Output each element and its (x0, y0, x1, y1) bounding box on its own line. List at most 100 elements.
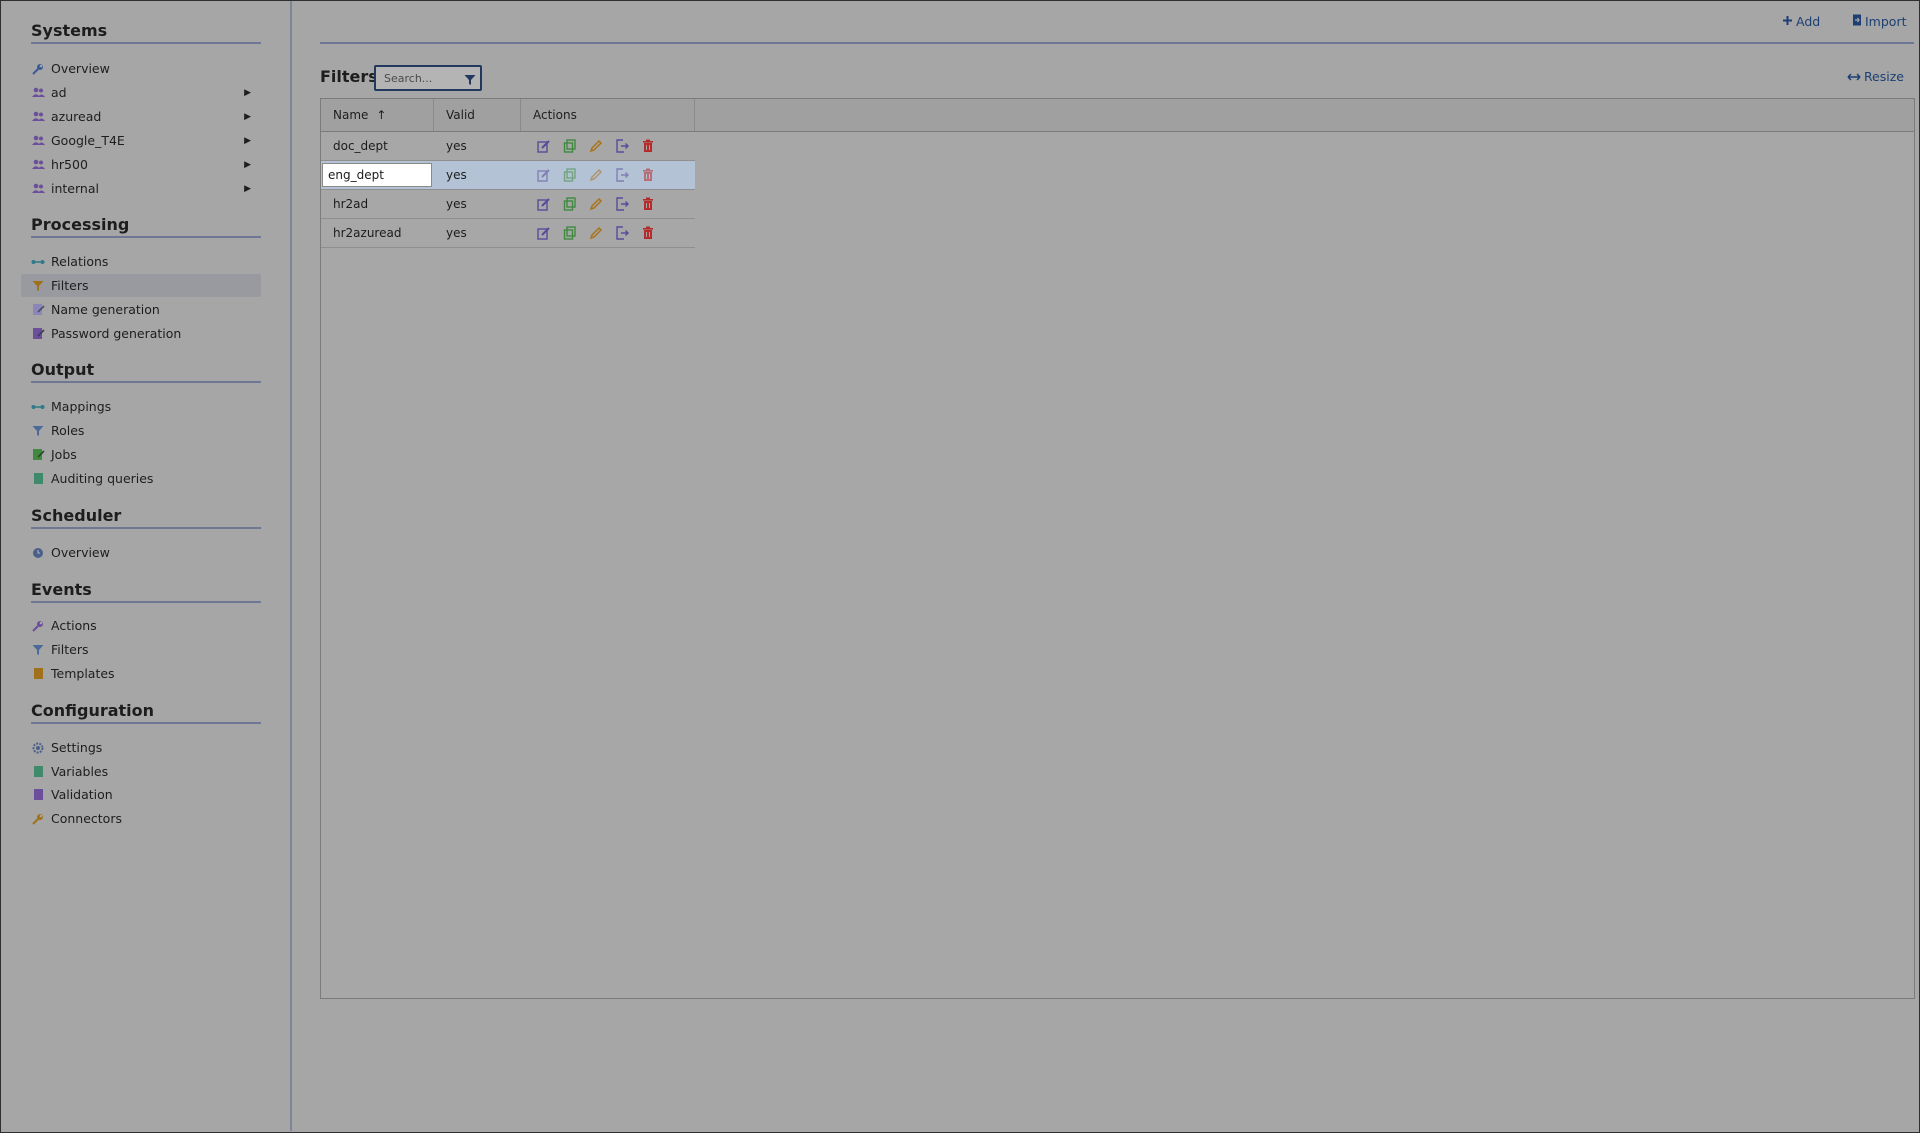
sidebar: Systems Overview ad ▶ azuread ▶ Google_T… (1, 1, 292, 1131)
sidebar-item-label: Connectors (51, 811, 122, 826)
export-icon[interactable] (615, 197, 629, 211)
section-divider (31, 42, 261, 44)
import-button[interactable]: Import (1852, 14, 1907, 29)
sidebar-item-actions[interactable]: Actions (21, 614, 261, 637)
sidebar-item-auditing-queries[interactable]: Auditing queries (21, 467, 261, 490)
resize-arrows-icon (1847, 69, 1861, 84)
section-title-scheduler: Scheduler (31, 506, 122, 525)
delete-icon[interactable] (641, 139, 655, 153)
sidebar-item-label: Mappings (51, 399, 112, 414)
caret-right-icon[interactable]: ▶ (244, 88, 251, 98)
export-icon[interactable] (615, 168, 629, 182)
sidebar-item-hr500[interactable]: hr500 ▶ (21, 153, 261, 176)
sidebar-item-google-t4e[interactable]: Google_T4E ▶ (21, 129, 261, 152)
sidebar-item-templates[interactable]: Templates (21, 662, 261, 685)
users-icon (31, 182, 45, 196)
copy-icon[interactable] (563, 226, 577, 240)
sidebar-item-internal[interactable]: internal ▶ (21, 177, 261, 200)
delete-icon[interactable] (641, 226, 655, 240)
sidebar-item-validation[interactable]: Validation (21, 783, 261, 806)
import-file-icon (1852, 14, 1862, 29)
copy-icon[interactable] (563, 197, 577, 211)
column-header-actions: Actions (521, 99, 695, 131)
table-row-selected[interactable]: eng_dept yes (321, 161, 695, 190)
copy-icon[interactable] (563, 168, 577, 182)
rename-icon[interactable] (589, 226, 603, 240)
search-input[interactable] (382, 70, 464, 86)
sidebar-item-azuread[interactable]: azuread ▶ (21, 105, 261, 128)
edit-icon[interactable] (537, 226, 551, 240)
document-icon (31, 472, 45, 486)
column-header-name[interactable]: Name ↑ (321, 99, 434, 131)
filter-icon[interactable] (464, 71, 476, 90)
sidebar-item-systems-overview[interactable]: Overview (21, 57, 261, 80)
sidebar-item-filters[interactable]: Filters (21, 274, 261, 297)
add-button[interactable]: Add (1782, 14, 1820, 29)
document-icon (31, 765, 45, 779)
filter-icon (31, 643, 45, 657)
edit-icon[interactable] (537, 168, 551, 182)
sidebar-item-name-generation[interactable]: Name generation (21, 298, 261, 321)
row-actions (537, 161, 655, 189)
gear-icon (31, 741, 45, 755)
export-icon[interactable] (615, 226, 629, 240)
export-icon[interactable] (615, 139, 629, 153)
sidebar-item-label: Actions (51, 618, 97, 633)
table-row[interactable]: hr2azuread yes (321, 219, 695, 248)
rename-icon[interactable] (589, 168, 603, 182)
filter-icon (31, 424, 45, 438)
import-button-label: Import (1865, 14, 1907, 29)
section-divider (31, 527, 261, 529)
users-icon (31, 158, 45, 172)
sidebar-item-label: Auditing queries (51, 471, 154, 486)
caret-right-icon[interactable]: ▶ (244, 112, 251, 122)
resize-button[interactable]: Resize (1847, 69, 1904, 84)
sidebar-item-label: Jobs (51, 447, 77, 462)
search-field[interactable] (374, 65, 482, 91)
sidebar-item-event-filters[interactable]: Filters (21, 638, 261, 661)
rename-icon[interactable] (589, 197, 603, 211)
sidebar-item-settings[interactable]: Settings (21, 736, 261, 759)
row-name-edit-field[interactable]: eng_dept (322, 163, 432, 187)
table-row[interactable]: hr2ad yes (321, 190, 695, 219)
cell-name: hr2azuread (333, 226, 402, 240)
copy-icon[interactable] (563, 139, 577, 153)
caret-right-icon[interactable]: ▶ (244, 184, 251, 194)
users-icon (31, 110, 45, 124)
caret-right-icon[interactable]: ▶ (244, 136, 251, 146)
page-title: Filters (320, 67, 378, 86)
column-header-valid[interactable]: Valid (434, 99, 521, 131)
sidebar-item-jobs[interactable]: Jobs (21, 443, 261, 466)
sidebar-item-label: Filters (51, 278, 89, 293)
cell-name: hr2ad (333, 197, 369, 211)
sidebar-item-label: hr500 (51, 157, 88, 172)
sidebar-item-label: internal (51, 181, 99, 196)
delete-icon[interactable] (641, 168, 655, 182)
caret-right-icon[interactable]: ▶ (244, 160, 251, 170)
sidebar-item-relations[interactable]: Relations (21, 250, 261, 273)
sidebar-item-label: Password generation (51, 326, 182, 341)
edit-icon[interactable] (537, 197, 551, 211)
delete-icon[interactable] (641, 197, 655, 211)
filter-icon (31, 279, 45, 293)
sidebar-item-label: Templates (51, 666, 115, 681)
section-divider (31, 236, 261, 238)
sidebar-item-roles[interactable]: Roles (21, 419, 261, 442)
edit-icon[interactable] (537, 139, 551, 153)
cell-valid: yes (446, 139, 467, 153)
filters-table: Name ↑ Valid Actions doc_dept yes eng_de… (320, 98, 1915, 999)
sidebar-item-label: Validation (51, 787, 113, 802)
edit-doc-icon (31, 448, 45, 462)
sidebar-item-ad[interactable]: ad ▶ (21, 81, 261, 104)
row-actions (537, 219, 655, 247)
sidebar-item-connectors[interactable]: Connectors (21, 807, 261, 830)
row-actions (537, 132, 655, 160)
sidebar-item-password-generation[interactable]: Password generation (21, 322, 261, 345)
sidebar-item-mappings[interactable]: Mappings (21, 395, 261, 418)
section-divider (31, 722, 261, 724)
sidebar-item-variables[interactable]: Variables (21, 760, 261, 783)
table-row[interactable]: doc_dept yes (321, 132, 695, 161)
sidebar-item-scheduler-overview[interactable]: Overview (21, 541, 261, 564)
wrench-icon (31, 62, 45, 76)
rename-icon[interactable] (589, 139, 603, 153)
